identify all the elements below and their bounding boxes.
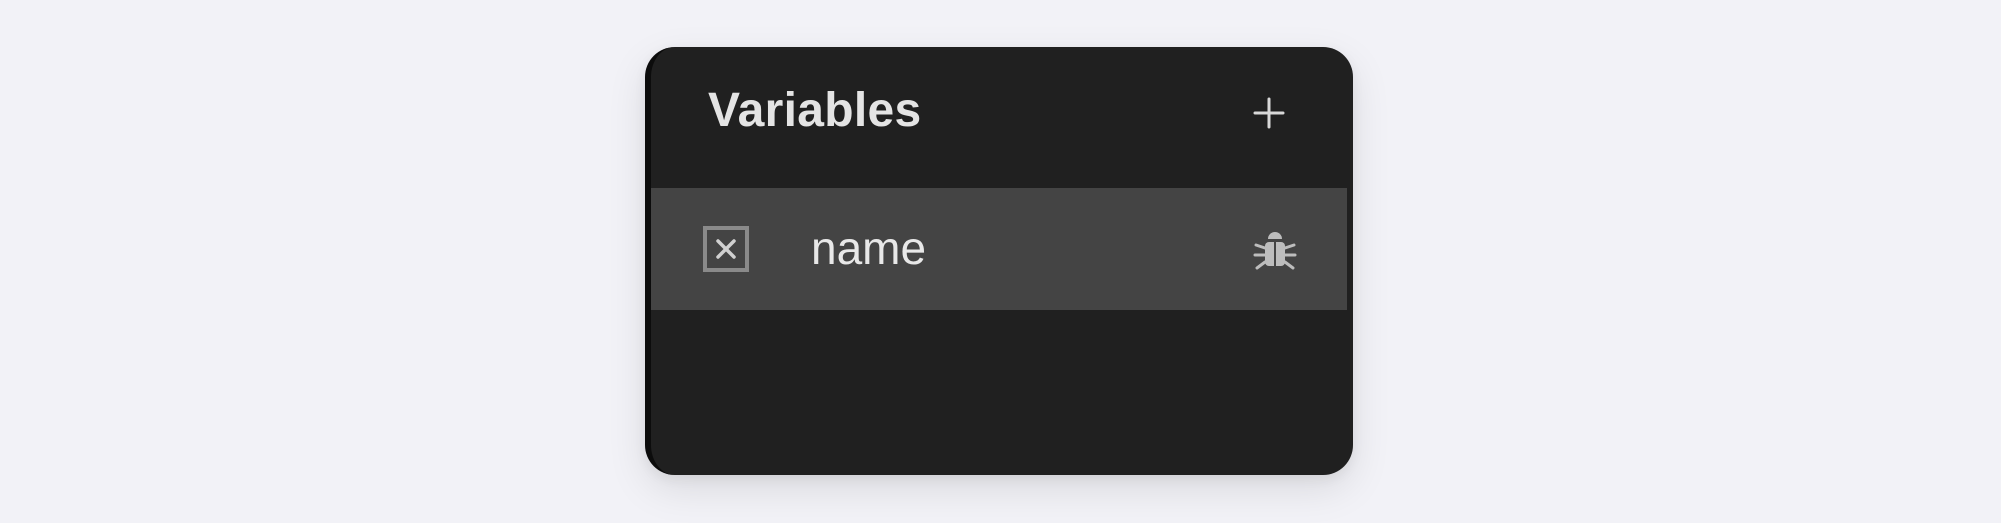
add-variable-button[interactable]	[1245, 89, 1293, 137]
panel-header: Variables	[651, 47, 1353, 187]
variable-row[interactable]: name	[651, 188, 1347, 310]
variable-x-icon	[703, 226, 749, 272]
variable-name: name	[811, 222, 927, 274]
panel-title: Variables	[708, 84, 922, 137]
debug-variable-button[interactable]	[1251, 226, 1299, 274]
bug-icon	[1253, 232, 1297, 270]
variables-panel: Variables name	[645, 47, 1353, 475]
plus-icon	[1253, 97, 1285, 129]
